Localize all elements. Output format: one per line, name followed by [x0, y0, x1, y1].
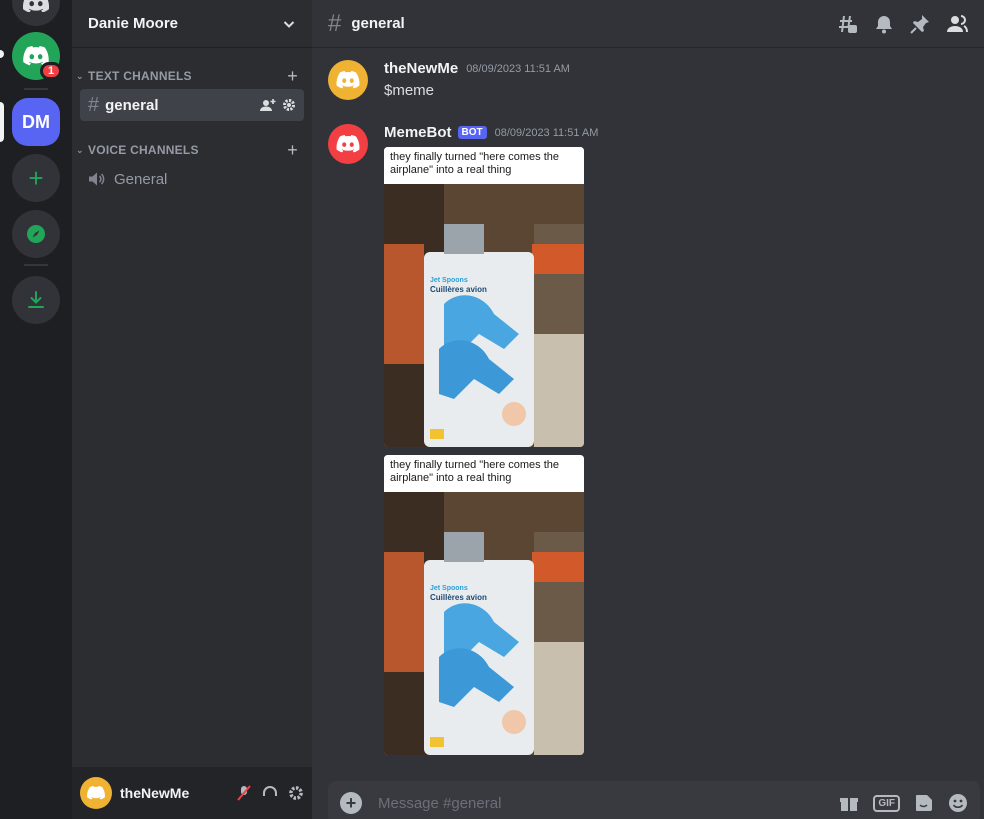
message-timestamp: 08/09/2023 11:51 AM [494, 126, 599, 139]
chevron-down-icon: ⌄ [76, 70, 84, 81]
bell-icon[interactable] [874, 14, 894, 34]
message-input[interactable] [378, 794, 840, 812]
text-channel-icon: # [328, 9, 342, 37]
message-timestamp: 08/09/2023 11:51 AM [466, 62, 570, 75]
pin-icon[interactable] [910, 14, 930, 34]
sticker-icon[interactable] [914, 793, 934, 813]
text-channel-icon: # [88, 93, 100, 116]
meme-caption: they finally turned "here comes the airp… [384, 147, 584, 183]
create-channel-icon[interactable]: + [287, 66, 298, 87]
upload-plus-icon[interactable]: + [340, 792, 362, 814]
gif-icon[interactable]: GIF [873, 794, 900, 812]
category-voice-channels[interactable]: ⌄ VOICE CHANNELS + [76, 140, 304, 160]
channel-header: # general [312, 0, 984, 48]
chat-area: # general theNewMe 08/09/2023 11:51 AM $… [312, 0, 984, 819]
meme-caption: they finally turned "here comes the airp… [384, 455, 584, 491]
channel-title: general [351, 15, 405, 32]
discord-logo-icon [336, 135, 360, 153]
discord-logo-icon [23, 0, 49, 12]
selected-indicator [0, 102, 4, 142]
invite-icon[interactable] [260, 98, 276, 112]
rail-divider [24, 88, 48, 90]
plus-icon: + [28, 162, 44, 193]
mention-badge: 1 [40, 62, 62, 80]
server-dm[interactable]: DM [12, 98, 60, 146]
category-label: VOICE CHANNELS [88, 143, 199, 157]
category-text-channels[interactable]: ⌄ TEXT CHANNELS + [76, 66, 304, 86]
meme-photo: Jet Spoons Cuillères avion [384, 184, 584, 447]
channel-name: General [114, 170, 168, 188]
download-apps-button[interactable] [12, 276, 60, 324]
message-author[interactable]: MemeBot [384, 124, 452, 141]
guild-header[interactable]: Danie Moore [72, 0, 312, 48]
create-channel-icon[interactable]: + [287, 140, 298, 161]
discord-logo-icon [87, 786, 105, 800]
channel-sidebar: Danie Moore ⌄ TEXT CHANNELS + # general … [72, 0, 312, 819]
threads-icon[interactable] [836, 14, 858, 34]
guild-name: Danie Moore [88, 15, 179, 32]
chevron-down-icon [283, 20, 295, 28]
message-composer: + GIF [328, 781, 980, 819]
speaker-icon [89, 172, 105, 186]
user-settings-icon[interactable] [288, 785, 304, 801]
avatar[interactable] [328, 60, 368, 100]
explore-servers-button[interactable] [12, 210, 60, 258]
add-server-button[interactable]: + [12, 154, 60, 202]
headphones-icon[interactable] [262, 785, 278, 801]
meme-image[interactable]: they finally turned "here comes the airp… [384, 455, 584, 755]
meme-photo: Jet Spoons Cuillères avion [384, 492, 584, 755]
channel-name: general [105, 96, 159, 114]
discord-home-button[interactable] [12, 0, 60, 26]
avatar[interactable] [328, 124, 368, 164]
compass-icon [27, 225, 45, 243]
category-label: TEXT CHANNELS [88, 69, 192, 83]
channel-item-voice-general[interactable]: General [80, 163, 304, 195]
product-subtitle: Cuillères avion [430, 285, 487, 294]
gift-icon[interactable] [839, 793, 859, 813]
product-title: Jet Spoons [430, 277, 468, 284]
product-title: Jet Spoons [430, 585, 468, 592]
user-panel: theNewMe [72, 767, 312, 819]
rail-divider [24, 264, 48, 266]
product-subtitle: Cuillères avion [430, 593, 487, 602]
discord-logo-icon [336, 71, 360, 89]
avatar[interactable] [80, 777, 112, 809]
download-icon [28, 291, 44, 308]
message-content: $meme [384, 82, 435, 99]
message-author[interactable]: theNewMe [384, 60, 458, 77]
channel-item-general[interactable]: # general [80, 89, 304, 121]
mic-muted-icon[interactable] [236, 785, 252, 801]
gear-icon[interactable] [282, 98, 296, 112]
unread-indicator [0, 50, 4, 58]
server-rail: 1 DM + [0, 0, 72, 819]
chevron-down-icon: ⌄ [76, 144, 84, 155]
emoji-icon[interactable] [948, 793, 968, 813]
username: theNewMe [120, 785, 190, 801]
bot-badge: BOT [457, 126, 487, 139]
meme-image[interactable]: they finally turned "here comes the airp… [384, 147, 584, 447]
member-list-icon[interactable] [946, 14, 968, 34]
